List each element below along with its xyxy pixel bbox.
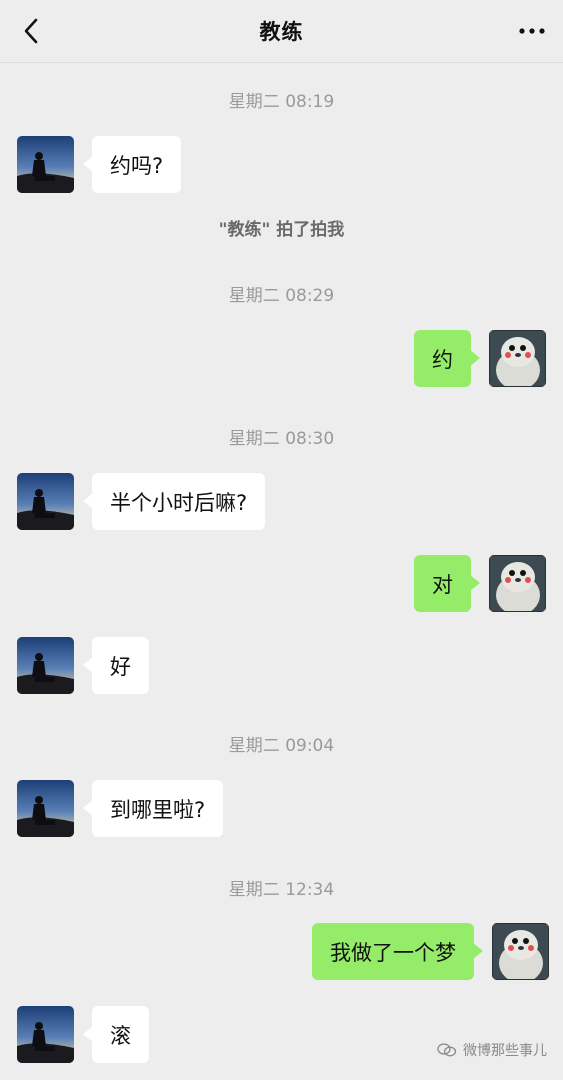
incoming-message-bubble[interactable]: 半个小时后嘛? — [82, 473, 266, 530]
watermark-text: 微博那些事儿 — [463, 1043, 547, 1059]
incoming-message-bubble[interactable]: 好 — [83, 637, 149, 694]
timestamp: 星期二 08:30 — [228, 429, 335, 449]
contact-avatar[interactable] — [17, 136, 74, 193]
my-avatar[interactable] — [489, 330, 546, 387]
contact-avatar[interactable] — [17, 473, 74, 530]
wechat-official-account-icon — [437, 1043, 457, 1057]
contact-avatar-image — [17, 136, 74, 193]
more-button[interactable] — [517, 18, 547, 44]
outgoing-message-bubble[interactable]: 约 — [414, 330, 480, 387]
contact-avatar-image — [17, 1006, 74, 1063]
contact-avatar[interactable] — [17, 1006, 74, 1063]
my-avatar-image — [492, 923, 549, 980]
outgoing-message-bubble[interactable]: 我做了一个梦 — [312, 923, 483, 980]
my-avatar-image — [489, 330, 546, 387]
timestamp: 星期二 12:34 — [228, 880, 335, 900]
my-avatar[interactable] — [489, 555, 546, 612]
timestamp: 星期二 08:29 — [228, 286, 335, 306]
outgoing-message-bubble[interactable]: 对 — [414, 555, 480, 612]
contact-avatar-image — [17, 780, 74, 837]
contact-avatar[interactable] — [17, 780, 74, 837]
chat-title: 教练 — [259, 20, 304, 44]
contact-avatar-image — [17, 473, 74, 530]
incoming-message-bubble[interactable]: 滚 — [83, 1006, 149, 1063]
timestamp: 星期二 08:19 — [228, 92, 335, 112]
incoming-message-bubble[interactable]: 约吗? — [82, 136, 182, 193]
my-avatar[interactable] — [492, 923, 549, 980]
chat-header: 教练 — [0, 0, 563, 63]
my-avatar-image — [489, 555, 546, 612]
incoming-message-bubble[interactable]: 到哪里啦? — [82, 780, 224, 837]
contact-avatar[interactable] — [17, 637, 74, 694]
system-notice: "教练" 拍了拍我 — [218, 220, 345, 240]
timestamp: 星期二 09:04 — [228, 736, 335, 756]
ellipsis-icon — [519, 28, 545, 34]
watermark: 微博那些事儿 — [437, 1040, 547, 1060]
contact-avatar-image — [17, 637, 74, 694]
